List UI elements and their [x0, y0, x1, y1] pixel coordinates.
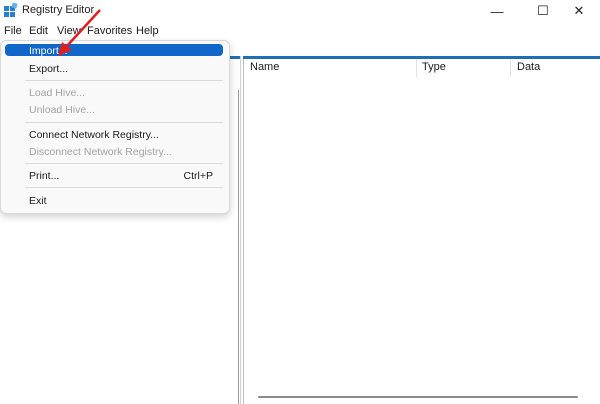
- list-header-accent: [243, 56, 600, 59]
- title-bar: Registry Editor — ☐ ✕: [0, 0, 600, 22]
- values-list-pane[interactable]: [243, 56, 600, 404]
- column-data[interactable]: Data: [517, 61, 540, 73]
- menu-bar: File Edit View Favorites Help: [0, 22, 600, 40]
- file-menu-dropdown: Import... Export... Load Hive... Unload …: [0, 40, 230, 214]
- menu-edit[interactable]: Edit: [29, 25, 48, 37]
- close-button[interactable]: ✕: [556, 0, 600, 22]
- print-shortcut: Ctrl+P: [183, 170, 213, 182]
- column-name[interactable]: Name: [250, 61, 279, 73]
- menu-view[interactable]: View: [57, 25, 81, 37]
- menu-help[interactable]: Help: [136, 25, 159, 37]
- column-divider[interactable]: [510, 59, 511, 77]
- menu-separator: [25, 187, 223, 188]
- column-divider[interactable]: [416, 59, 417, 77]
- menu-item-import-label[interactable]: Import...: [29, 45, 68, 57]
- menu-item-connect-network-registry[interactable]: Connect Network Registry...: [29, 129, 159, 141]
- menu-item-export[interactable]: Export...: [29, 63, 68, 75]
- menu-separator: [25, 122, 223, 123]
- menu-item-unload-hive: Unload Hive...: [29, 104, 95, 116]
- pane-splitter[interactable]: [238, 90, 239, 404]
- menu-item-print[interactable]: Print...: [29, 170, 59, 182]
- horizontal-scrollbar[interactable]: [258, 396, 578, 398]
- close-icon: ✕: [573, 3, 585, 18]
- menu-item-exit[interactable]: Exit: [29, 195, 47, 207]
- minimize-button[interactable]: —: [474, 0, 520, 22]
- menu-item-disconnect-network-registry: Disconnect Network Registry...: [29, 146, 172, 158]
- menu-item-load-hive: Load Hive...: [29, 87, 86, 99]
- window-title: Registry Editor: [22, 4, 95, 16]
- menu-separator: [25, 163, 223, 164]
- column-type[interactable]: Type: [422, 61, 446, 73]
- menu-file[interactable]: File: [4, 25, 22, 37]
- menu-separator: [25, 80, 223, 81]
- registry-editor-icon: [4, 3, 18, 17]
- menu-favorites[interactable]: Favorites: [87, 25, 132, 37]
- minimize-icon: —: [490, 3, 504, 19]
- maximize-icon: ☐: [537, 3, 549, 18]
